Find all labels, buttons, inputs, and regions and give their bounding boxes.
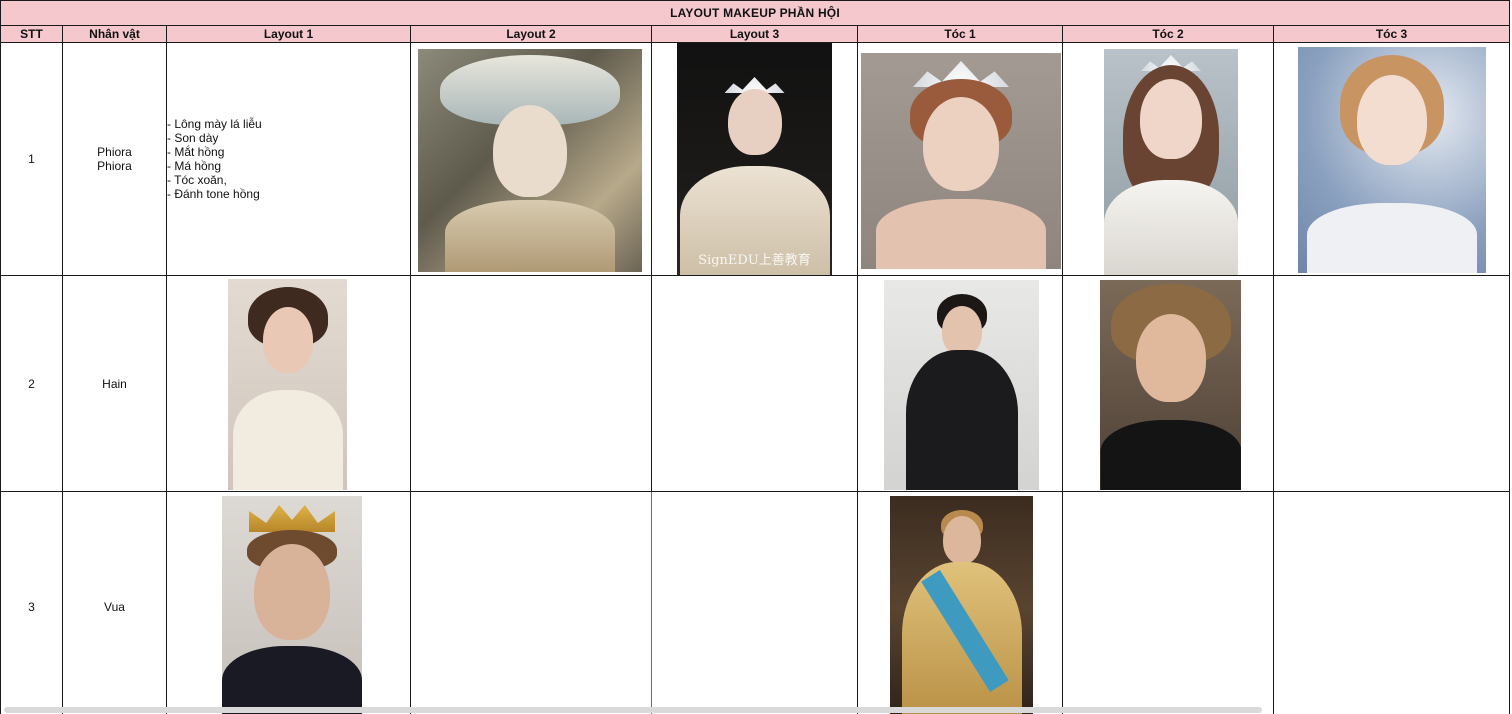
tiara-waves-photo[interactable] xyxy=(1104,49,1238,275)
bridal-veil-photo[interactable]: SignEDU上善教育 xyxy=(677,43,832,275)
header-hair-3[interactable]: Tóc 3 xyxy=(1272,25,1511,43)
layout-3-cell[interactable] xyxy=(651,275,858,492)
floral-crown-updo-photo[interactable] xyxy=(861,53,1061,269)
layout-1-notes-cell[interactable]: - Lông mày lá liễu - Son dày - Mắt hồng … xyxy=(166,42,411,276)
hair-3-cell[interactable] xyxy=(1272,491,1511,714)
character-name-line: Phiora xyxy=(97,145,132,159)
header-layout-1[interactable]: Layout 1 xyxy=(166,25,411,43)
table-row: 1 Phiora Phiora - Lông mày lá liễu - Son… xyxy=(0,42,1511,276)
hair-3-cell[interactable] xyxy=(1272,275,1511,492)
header-hair-2[interactable]: Tóc 2 xyxy=(1062,25,1274,43)
character-name-cell[interactable]: Phiora Phiora xyxy=(62,42,167,276)
table-row: 3 Vua xyxy=(0,491,1511,714)
golden-updo-photo[interactable] xyxy=(1298,47,1486,273)
avant-garde-makeup-photo[interactable] xyxy=(418,49,642,272)
note-line: - Lông mày lá liễu xyxy=(167,117,262,131)
king-crown-photo[interactable] xyxy=(222,496,362,714)
table-row: 2 Hain xyxy=(0,275,1511,492)
note-line: - Tóc xoăn, xyxy=(167,173,227,187)
hair-1-cell[interactable] xyxy=(857,275,1063,492)
horizontal-scrollbar[interactable] xyxy=(4,707,1262,713)
spreadsheet: LAYOUT MAKEUP PHẦN HỘI STT Nhân vật Layo… xyxy=(0,0,1512,714)
hair-2-cell[interactable] xyxy=(1062,275,1274,492)
header-hair-1[interactable]: Tóc 1 xyxy=(857,25,1063,43)
hair-2-cell[interactable] xyxy=(1062,491,1274,714)
curly-hair-man-photo[interactable] xyxy=(228,279,347,490)
stt-cell[interactable]: 1 xyxy=(0,42,63,276)
character-name-line: Phiora xyxy=(97,159,132,173)
header-character[interactable]: Nhân vật xyxy=(62,25,167,43)
note-line: - Má hồng xyxy=(167,159,222,173)
header-stt[interactable]: STT xyxy=(0,25,63,43)
photo-watermark: SignEDU上善教育 xyxy=(698,253,811,268)
hair-3-cell[interactable] xyxy=(1272,42,1511,276)
note-line: - Mắt hồng xyxy=(167,145,225,159)
layout-2-cell[interactable] xyxy=(410,42,652,276)
royal-costume-photo[interactable] xyxy=(890,496,1033,714)
character-name-cell[interactable]: Hain xyxy=(62,275,167,492)
character-name-cell[interactable]: Vua xyxy=(62,491,167,714)
black-coat-man-photo[interactable] xyxy=(884,280,1039,490)
hair-1-cell[interactable] xyxy=(857,42,1063,276)
header-layout-2[interactable]: Layout 2 xyxy=(410,25,652,43)
layout-3-cell[interactable]: SignEDU上善教育 xyxy=(651,42,858,276)
stt-cell[interactable]: 3 xyxy=(0,491,63,714)
sheet-title[interactable]: LAYOUT MAKEUP PHẦN HỘI xyxy=(0,0,1511,26)
hair-2-cell[interactable] xyxy=(1062,42,1274,276)
layout-1-cell[interactable] xyxy=(166,491,411,714)
makeup-layout-table: LAYOUT MAKEUP PHẦN HỘI STT Nhân vật Layo… xyxy=(0,0,1511,714)
shaggy-hair-man-photo[interactable] xyxy=(1100,280,1241,490)
stt-cell[interactable]: 2 xyxy=(0,275,63,492)
note-line: - Son dày xyxy=(167,131,219,145)
layout-2-cell[interactable] xyxy=(410,275,652,492)
layout-1-cell[interactable] xyxy=(166,275,411,492)
layout-3-cell[interactable] xyxy=(651,491,858,714)
hair-1-cell[interactable] xyxy=(857,491,1063,714)
header-layout-3[interactable]: Layout 3 xyxy=(651,25,858,43)
layout-2-cell[interactable] xyxy=(410,491,652,714)
note-line: - Đánh tone hồng xyxy=(167,187,260,201)
